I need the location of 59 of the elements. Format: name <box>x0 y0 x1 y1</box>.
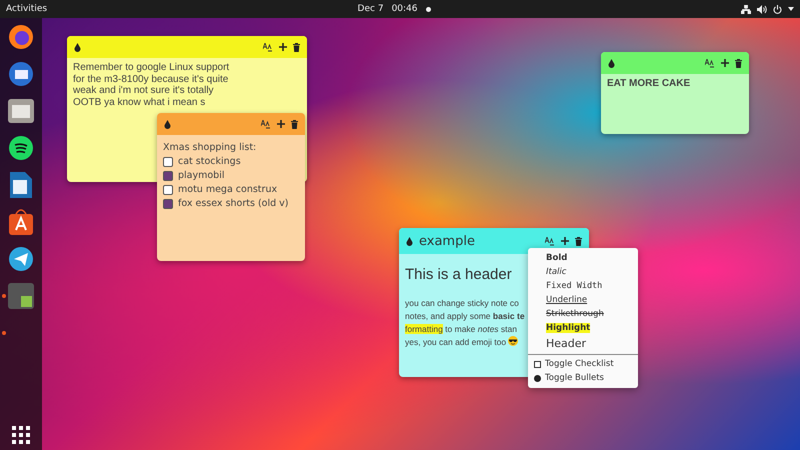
volume-icon[interactable] <box>757 4 767 14</box>
shopping-bag-icon[interactable] <box>9 209 33 235</box>
trash-icon[interactable] <box>735 58 742 68</box>
network-icon[interactable] <box>741 4 751 14</box>
checklist-item: cat stockings <box>178 156 241 167</box>
checklist-item: playmobil <box>178 170 224 181</box>
checkbox[interactable] <box>163 170 173 180</box>
trash-icon[interactable] <box>291 120 298 128</box>
droplet-icon <box>74 42 81 52</box>
plus-icon[interactable] <box>279 43 287 51</box>
menu-item[interactable]: Highlight <box>528 321 638 335</box>
note-text[interactable]: you can change sticky note co notes, and apply some basic te formatting to make notes stan yes, you can add emoji too <box>399 291 531 355</box>
note-text[interactable]: Remember to google Linux support for the m3-8100y because it's quite weak and i'm not sure it's totally OOTB ya know what i mean s <box>67 58 239 112</box>
trash-icon[interactable] <box>575 236 582 246</box>
power-icon[interactable] <box>773 4 782 14</box>
caret-icon[interactable] <box>788 7 794 11</box>
menu-item[interactable]: Toggle Bullets <box>528 371 638 385</box>
checklist-item: fox essex shorts (old v) <box>178 198 288 209</box>
document-icon[interactable] <box>10 172 32 198</box>
checkbox[interactable] <box>163 156 173 166</box>
font-size-icon[interactable] <box>261 120 271 128</box>
checkbox-icon <box>534 360 541 368</box>
running-indicator <box>2 294 6 298</box>
running-indicator <box>2 331 6 335</box>
clock-time[interactable]: 00:46 <box>392 4 418 14</box>
menu-item[interactable]: Header <box>528 335 638 352</box>
font-size-icon[interactable] <box>545 236 555 246</box>
menu-item[interactable]: Fixed Width <box>528 279 638 293</box>
mail-icon[interactable] <box>8 61 34 87</box>
droplet-icon <box>406 236 413 246</box>
sunglasses-face-icon <box>508 336 518 346</box>
note-text[interactable]: Xmas shopping list: <box>163 142 299 153</box>
plus-icon[interactable] <box>561 237 569 245</box>
menu-item[interactable]: Strikethrough <box>528 307 638 321</box>
droplet-icon <box>164 120 171 128</box>
bullet-icon <box>534 374 541 382</box>
music-icon[interactable] <box>8 135 34 161</box>
app-grid-icon[interactable] <box>12 426 30 444</box>
note-header: This is a header <box>404 265 513 285</box>
plus-icon[interactable] <box>721 59 729 67</box>
note-text[interactable]: EAT MORE CAKE <box>601 74 696 94</box>
browser-icon[interactable] <box>8 24 34 50</box>
clock-date[interactable]: Dec 7 <box>358 4 384 14</box>
checkbox[interactable] <box>163 184 173 194</box>
droplet-icon <box>608 58 615 68</box>
trash-icon[interactable] <box>293 42 300 52</box>
note-title[interactable]: example <box>419 234 475 248</box>
menu-item[interactable]: Underline <box>528 293 638 307</box>
menu-item[interactable]: Italic <box>528 265 638 279</box>
plus-icon[interactable] <box>277 120 285 128</box>
paper-plane-icon[interactable] <box>8 246 34 272</box>
font-size-icon[interactable] <box>263 42 273 52</box>
checkbox[interactable] <box>163 198 173 208</box>
font-size-icon[interactable] <box>705 58 715 68</box>
menu-item[interactable]: Bold <box>528 251 638 265</box>
checklist-item: motu mega construx <box>178 184 278 195</box>
activities-button[interactable]: Activities <box>6 4 48 14</box>
notification-dot-icon <box>426 6 430 12</box>
puzzle-icon[interactable] <box>8 283 34 309</box>
